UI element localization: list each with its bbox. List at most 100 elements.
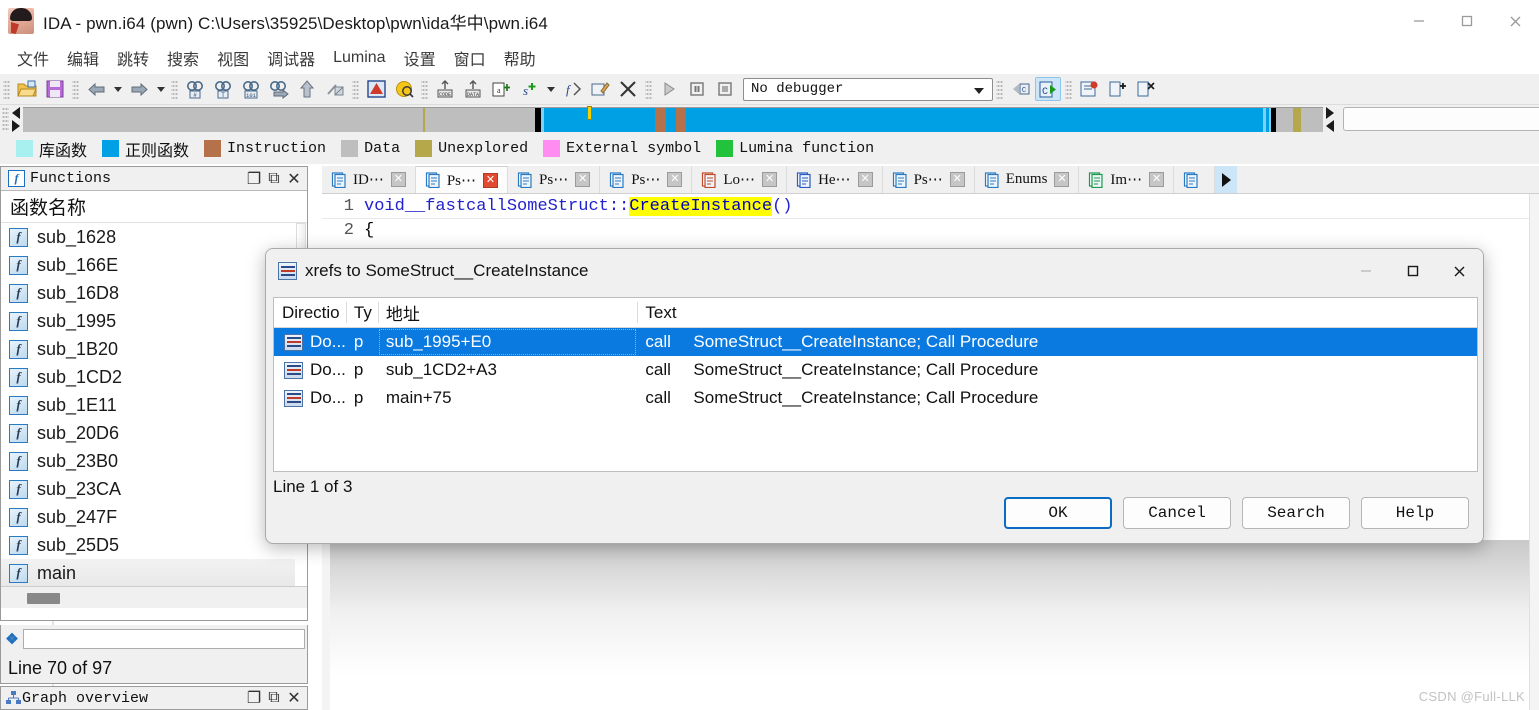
navband-scroll-left[interactable]: [9, 105, 23, 133]
xrefs-column-header[interactable]: Text: [637, 298, 1477, 327]
search-button[interactable]: Search: [1242, 497, 1350, 529]
xrefs-table[interactable]: Directio Ty 地址 Text Do... p sub_1995+E0 call So…: [273, 297, 1478, 472]
xrefs-table-body[interactable]: Do... p sub_1995+E0 call SomeStruct__CreateI…: [274, 328, 1477, 412]
decompile-icon[interactable]: C: [1007, 77, 1033, 101]
run-icon[interactable]: [656, 77, 682, 101]
close-button[interactable]: [1491, 0, 1539, 42]
panel-restore-button[interactable]: ❐: [244, 169, 264, 189]
menu-item-help[interactable]: 帮助: [495, 44, 545, 72]
help-button[interactable]: Help: [1361, 497, 1469, 529]
tab-close-icon[interactable]: ✕: [667, 172, 683, 187]
no-entry-icon[interactable]: [322, 77, 348, 101]
toolbar-grip-7[interactable]: [996, 79, 1003, 99]
function-list-item[interactable]: f sub_16D8: [1, 279, 307, 307]
filter-icon[interactable]: ❖: [1, 630, 23, 648]
menu-item-debugger[interactable]: 调试器: [258, 44, 324, 72]
toolbar-grip-5[interactable]: [421, 79, 428, 99]
function-list-item[interactable]: f sub_1995: [1, 307, 307, 335]
function-list-item[interactable]: f sub_166E: [1, 251, 307, 279]
functions-list[interactable]: f sub_1628 f sub_166E f sub_16D8 f sub_1995f sub…: [1, 223, 307, 586]
xrefs-table-row[interactable]: Do... p sub_1CD2+A3 call SomeStruct__CreateI…: [274, 356, 1477, 384]
tab-ps-6[interactable]: Ps⋯ ✕: [882, 166, 975, 193]
toolbar-grip-3[interactable]: [171, 79, 178, 99]
toolbar-grip-8[interactable]: [1065, 79, 1072, 99]
search-hash-icon[interactable]: #: [182, 77, 208, 101]
function-list-item[interactable]: f sub_247F: [1, 503, 307, 531]
tab-close-icon[interactable]: ✕: [390, 172, 406, 187]
tab-overflow-next-icon[interactable]: [1215, 166, 1238, 193]
back-arrow-icon[interactable]: [83, 77, 109, 101]
back-dropdown-icon[interactable]: [110, 87, 125, 92]
xrefs-column-header[interactable]: Directio: [274, 298, 346, 327]
jump-up-icon[interactable]: [294, 77, 320, 101]
menu-item-windows[interactable]: 窗口: [445, 44, 495, 72]
tab-ps-2[interactable]: Ps⋯ ✕: [508, 166, 601, 193]
xrefs-table-row[interactable]: Do... p main+75 call SomeStruct__CreateInsta…: [274, 384, 1477, 412]
tab-close-icon[interactable]: ✕: [575, 172, 591, 187]
navband-grip[interactable]: [2, 107, 9, 131]
open-file-icon[interactable]: [14, 77, 40, 101]
minimize-button[interactable]: [1395, 0, 1443, 42]
function-list-item[interactable]: f sub_1628: [1, 223, 307, 251]
tab-close-icon[interactable]: ✕: [483, 172, 499, 188]
tab-close-icon[interactable]: ✕: [949, 172, 965, 187]
forward-dropdown-icon[interactable]: [153, 87, 168, 92]
edit-function-icon[interactable]: [587, 77, 613, 101]
functions-hscrollbar-thumb[interactable]: [27, 593, 60, 604]
tab-enums-7[interactable]: Enums ✕: [974, 166, 1080, 193]
undefine-icon[interactable]: [615, 77, 641, 101]
graph-float-button[interactable]: ⧉: [264, 688, 284, 708]
code-token-highlighted-name[interactable]: CreateInstance: [629, 196, 773, 216]
cancel-button[interactable]: Cancel: [1123, 497, 1231, 529]
function-list-item[interactable]: f sub_20D6: [1, 419, 307, 447]
toolbar-grip-2[interactable]: [72, 79, 79, 99]
function-list-item[interactable]: f sub_25D5: [1, 531, 307, 559]
dialog-maximize-button[interactable]: [1389, 249, 1436, 293]
graph-close-button[interactable]: ✕: [284, 688, 304, 708]
debugger-select[interactable]: No debugger: [743, 77, 993, 101]
tab-he-5[interactable]: He⋯ ✕: [787, 166, 883, 193]
add-breakpoint-icon[interactable]: [1104, 77, 1130, 101]
navigation-band[interactable]: [23, 106, 1323, 132]
make-function-icon[interactable]: f: [559, 77, 585, 101]
tab-lo-4[interactable]: Lo⋯ ✕: [692, 166, 788, 193]
ok-button[interactable]: OK: [1004, 497, 1112, 529]
functions-column-header[interactable]: 函数名称: [1, 191, 307, 223]
tab-close-icon[interactable]: ✕: [1149, 172, 1165, 187]
panel-close-button[interactable]: ✕: [284, 169, 304, 189]
list-breakpoints-icon[interactable]: [1076, 77, 1102, 101]
toolbar-grip-4[interactable]: [352, 79, 359, 99]
toolbar-grip[interactable]: [3, 79, 10, 99]
xrefs-table-row[interactable]: Do... p sub_1995+E0 call SomeStruct__CreateI…: [274, 328, 1477, 356]
menu-item-jump[interactable]: 跳转: [108, 44, 158, 72]
dialog-close-button[interactable]: [1436, 249, 1483, 293]
xrefs-column-header[interactable]: 地址: [377, 298, 638, 327]
tab-ps-3[interactable]: Ps⋯ ✕: [600, 166, 693, 193]
menu-item-lumina[interactable]: Lumina: [324, 47, 394, 69]
graph-view-icon[interactable]: [363, 77, 389, 101]
tab-im-8[interactable]: Im⋯ ✕: [1079, 166, 1175, 193]
tab-close-icon[interactable]: ✕: [762, 172, 778, 187]
forward-arrow-icon[interactable]: [126, 77, 152, 101]
function-list-item[interactable]: f sub_1E11: [1, 391, 307, 419]
search-binary-icon[interactable]: 101: [238, 77, 264, 101]
delete-breakpoint-icon[interactable]: [1132, 77, 1158, 101]
tab-ps-1[interactable]: Ps⋯ ✕: [415, 166, 509, 193]
menu-item-file[interactable]: 文件: [8, 44, 58, 72]
tab-structures-9[interactable]: [1174, 166, 1216, 193]
navband-scroll-right[interactable]: [1323, 105, 1337, 133]
jump-address-combobox[interactable]: [1343, 107, 1539, 131]
proximity-browser-icon[interactable]: [391, 77, 417, 101]
dialog-minimize-button[interactable]: [1342, 249, 1389, 293]
decompile-active-icon[interactable]: C: [1035, 77, 1061, 101]
make-string-icon[interactable]: s: [516, 77, 542, 101]
menu-item-edit[interactable]: 编辑: [58, 44, 108, 72]
panel-float-button[interactable]: ⧉: [264, 169, 284, 189]
tab-id-0[interactable]: ID⋯ ✕: [322, 166, 416, 193]
function-list-item[interactable]: f sub_23B0: [1, 447, 307, 475]
tab-close-icon[interactable]: ✕: [1054, 172, 1070, 187]
menu-item-view[interactable]: 视图: [208, 44, 258, 72]
graph-restore-button[interactable]: ❐: [244, 688, 264, 708]
save-icon[interactable]: [42, 77, 68, 101]
search-text-icon[interactable]: T: [210, 77, 236, 101]
